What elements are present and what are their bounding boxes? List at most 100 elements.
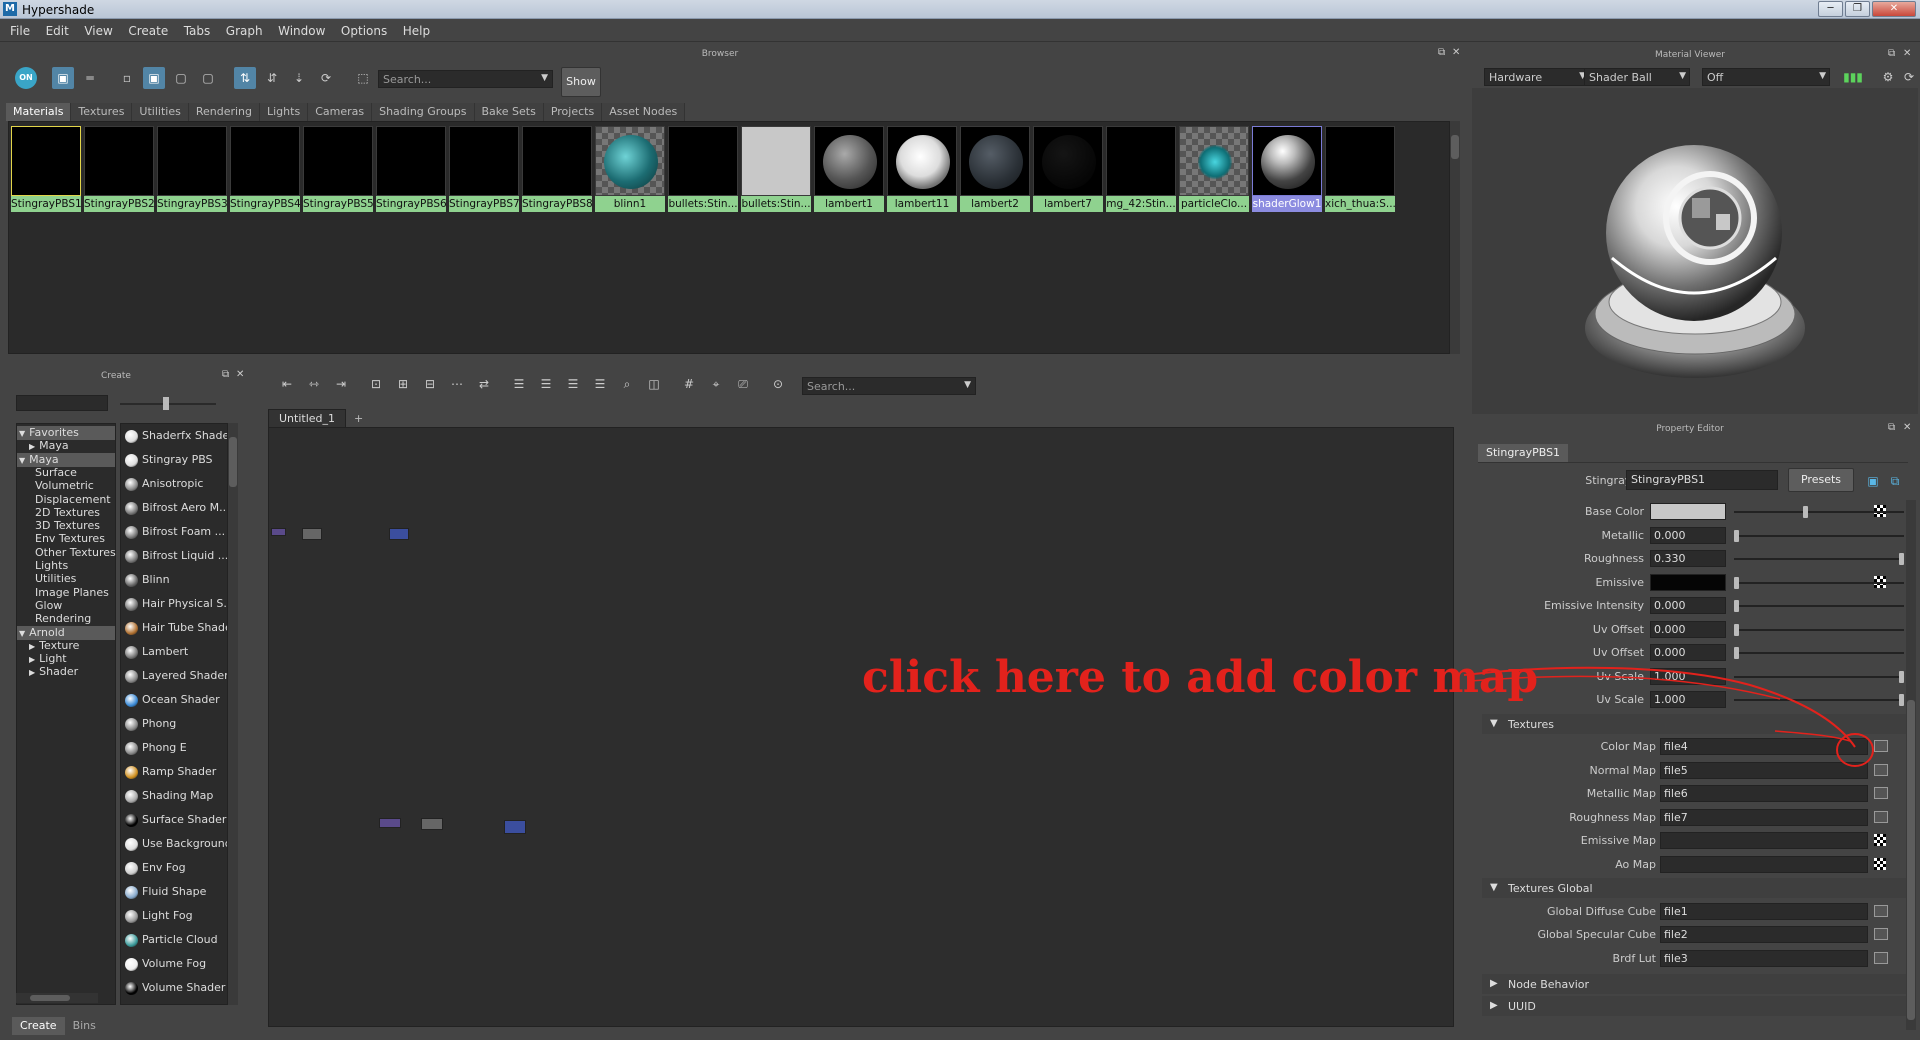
- node-type-item[interactable]: Layered Shader: [125, 666, 227, 686]
- full-mode-icon[interactable]: ☰: [562, 373, 584, 395]
- value-field[interactable]: 0.000: [1650, 620, 1726, 638]
- category-item[interactable]: Other Textures: [17, 546, 116, 559]
- node-type-item[interactable]: Shaderfx Shader: [125, 426, 227, 446]
- tab-cameras[interactable]: Cameras: [308, 103, 373, 121]
- texture-field[interactable]: [1660, 832, 1868, 849]
- menu-create[interactable]: Create: [122, 20, 174, 42]
- node-type-item[interactable]: Env Fog: [125, 858, 186, 878]
- material-swatch[interactable]: lambert2: [960, 126, 1030, 212]
- menu-options[interactable]: Options: [335, 20, 393, 42]
- category-item[interactable]: ▶ Maya: [17, 439, 69, 453]
- value-field[interactable]: 0.000: [1650, 597, 1726, 614]
- slider-handle[interactable]: [1899, 670, 1904, 683]
- slider-handle[interactable]: [1734, 600, 1739, 612]
- chevron-down-icon[interactable]: ▼: [541, 73, 548, 83]
- create-float-icon[interactable]: ⧉: [222, 369, 229, 380]
- map-button-icon[interactable]: [1874, 787, 1888, 799]
- category-item[interactable]: Volumetric: [17, 479, 94, 492]
- expand-right-icon[interactable]: ▶: [29, 655, 35, 664]
- show-button[interactable]: Show: [561, 67, 601, 97]
- xlarge-swatch-icon[interactable]: ▢: [197, 67, 219, 89]
- list-view-icon[interactable]: ═: [79, 67, 101, 89]
- refresh-icon[interactable]: ⟳: [1898, 66, 1920, 88]
- view-as-icons-button[interactable]: ▣: [52, 67, 74, 89]
- property-float-icon[interactable]: ⧉: [1888, 422, 1895, 433]
- tab-create[interactable]: Create: [12, 1017, 65, 1035]
- tab-materials[interactable]: Materials: [6, 103, 72, 121]
- node-type-item[interactable]: Volume Fog: [125, 954, 206, 974]
- chevron-down-icon[interactable]: ▼: [964, 380, 971, 390]
- material-swatch[interactable]: StingrayPBS4: [230, 126, 300, 212]
- graph-node-file[interactable]: [504, 820, 526, 834]
- node-type-item[interactable]: Hair Physical S...: [125, 594, 227, 614]
- category-item[interactable]: Env Textures: [17, 532, 105, 545]
- node-type-item[interactable]: Shading Map: [125, 786, 213, 806]
- menu-edit[interactable]: Edit: [40, 20, 75, 42]
- material-swatch[interactable]: StingrayPBS3: [157, 126, 227, 212]
- create-close-icon[interactable]: ✕: [236, 369, 244, 380]
- search-icon[interactable]: ⌕: [616, 373, 638, 395]
- category-item[interactable]: ▶ Light: [17, 652, 67, 666]
- tab-asset-nodes[interactable]: Asset Nodes: [602, 103, 686, 121]
- value-field[interactable]: 0.330: [1650, 550, 1726, 567]
- category-item[interactable]: 2D Textures: [17, 506, 100, 519]
- render-settings-icon[interactable]: ⚙: [1877, 66, 1899, 88]
- slider-handle[interactable]: [1734, 529, 1739, 542]
- create-map-icon[interactable]: [1874, 834, 1886, 846]
- lookdev-icon[interactable]: ⧉: [1884, 470, 1906, 492]
- sort-by-type-icon[interactable]: ⇵: [261, 67, 283, 89]
- tab-rendering[interactable]: Rendering: [188, 103, 260, 121]
- small-swatch-icon[interactable]: ▫: [116, 67, 138, 89]
- node-type-item[interactable]: Blinn: [125, 570, 170, 590]
- material-swatch[interactable]: StingrayPBS1: [11, 126, 81, 212]
- medium-swatch-icon[interactable]: ▣: [143, 67, 165, 89]
- close-window-button[interactable]: ✕: [1872, 1, 1916, 17]
- color-swatch[interactable]: [1650, 503, 1726, 520]
- attribute-slider[interactable]: [1734, 652, 1904, 654]
- graph-node-shading-group[interactable]: [421, 818, 443, 830]
- map-button-icon[interactable]: [1874, 928, 1888, 940]
- viewer-float-icon[interactable]: ⧉: [1888, 48, 1895, 59]
- renderer-dropdown[interactable]: Hardware ▼: [1484, 68, 1590, 86]
- expand-down-icon[interactable]: ▼: [19, 629, 25, 638]
- node-type-item[interactable]: Light Fog: [125, 906, 193, 926]
- node-type-item[interactable]: Bifrost Aero M...: [125, 498, 227, 518]
- sort-by-name-icon[interactable]: ⇅: [234, 67, 256, 89]
- node-type-item[interactable]: Phong: [125, 714, 176, 734]
- attribute-filter-icon[interactable]: ⊙: [767, 373, 789, 395]
- tab-bins[interactable]: Bins: [65, 1017, 104, 1035]
- grid-icon[interactable]: #: [678, 373, 700, 395]
- node-type-item[interactable]: Fluid Shape: [125, 882, 206, 902]
- material-swatch[interactable]: bullets:Stin...: [668, 126, 738, 212]
- category-item[interactable]: 3D Textures: [17, 519, 100, 532]
- browser-float-icon[interactable]: ⧉: [1438, 47, 1445, 58]
- category-item[interactable]: ▼ Arnold: [17, 625, 115, 640]
- section-collapsed[interactable]: ▶ UUID: [1482, 996, 1908, 1016]
- texture-field[interactable]: file1: [1660, 902, 1868, 920]
- section-collapsed[interactable]: ▶ Node Behavior: [1482, 974, 1908, 994]
- slider-handle[interactable]: [1899, 553, 1904, 565]
- material-swatch[interactable]: lambert11: [887, 126, 957, 212]
- node-type-item[interactable]: Bifrost Liquid ...: [125, 546, 227, 566]
- slider-handle[interactable]: [1899, 694, 1904, 706]
- texture-field[interactable]: file2: [1660, 926, 1868, 943]
- toolbar-on-button[interactable]: ON: [15, 67, 37, 89]
- browser-scrollbar[interactable]: [1450, 121, 1460, 354]
- expand-right-icon[interactable]: ▶: [29, 442, 35, 451]
- color-channels-icon[interactable]: ▮▮▮: [1834, 66, 1872, 88]
- section-textures-global[interactable]: ▼ Textures Global: [1482, 878, 1908, 898]
- attribute-slider[interactable]: [1734, 581, 1904, 584]
- node-type-item[interactable]: Particle Cloud: [125, 930, 218, 950]
- browser-close-icon[interactable]: ✕: [1452, 47, 1460, 58]
- expand-down-icon[interactable]: ▼: [19, 456, 25, 465]
- expand-down-icon[interactable]: ▼: [19, 429, 25, 438]
- menu-tabs[interactable]: Tabs: [178, 20, 217, 42]
- node-type-item[interactable]: Volume Shader: [125, 978, 225, 998]
- graph-node-material[interactable]: [379, 818, 401, 828]
- material-swatch[interactable]: particleClo...: [1179, 126, 1249, 212]
- graph-node-file[interactable]: [389, 528, 409, 540]
- maximize-button[interactable]: ❐: [1845, 1, 1870, 17]
- slider-handle[interactable]: [1734, 623, 1739, 636]
- browser-scroll-thumb[interactable]: [1451, 135, 1459, 159]
- category-item[interactable]: Utilities: [17, 572, 76, 585]
